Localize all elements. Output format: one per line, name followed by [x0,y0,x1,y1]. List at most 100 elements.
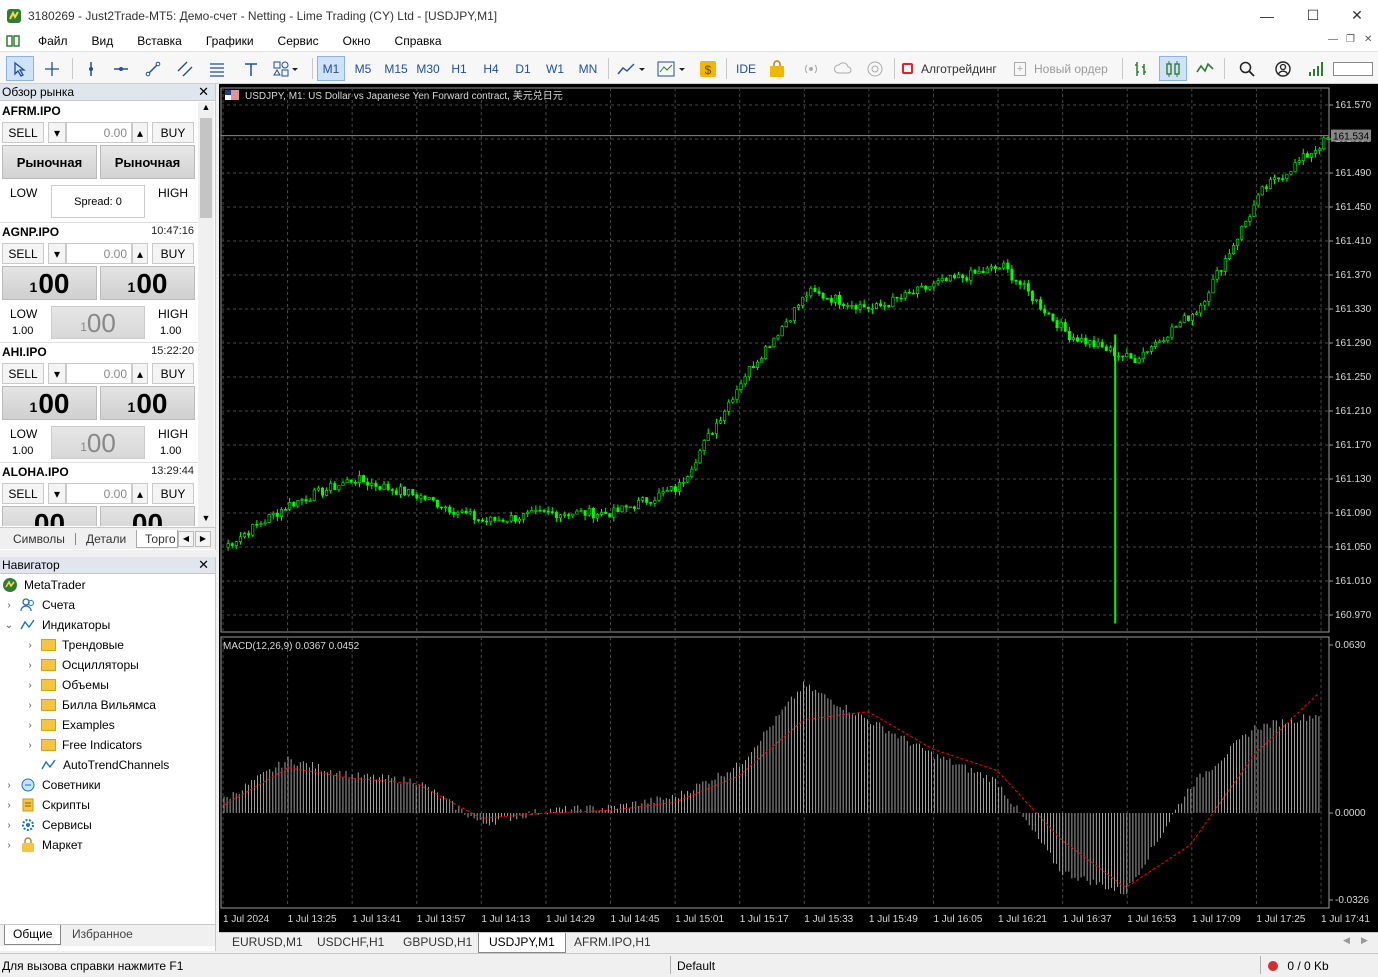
crosshair-tool-icon[interactable] [38,56,66,81]
tab-symbols[interactable]: Символы [13,530,65,548]
account-icon[interactable] [1270,56,1296,81]
buy-button[interactable]: BUY [152,122,194,143]
tab-trading[interactable]: Торго [136,530,178,548]
buy-button[interactable]: BUY [152,483,194,504]
expand-arrow-icon[interactable]: › [25,740,35,751]
vertical-line-tool-icon[interactable] [78,56,104,81]
fibonacci-tool-icon[interactable] [204,56,230,81]
new-order-button[interactable]: + Новый ордер [1014,56,1118,81]
volume-up-icon[interactable]: ▴ [132,483,148,504]
tab-favorites[interactable]: Избранное [72,925,133,945]
search-icon[interactable] [1234,56,1260,81]
sell-button[interactable]: SELL [2,122,44,143]
expand-arrow-icon[interactable]: ⌄ [4,620,14,631]
chart-tab-usdchf[interactable]: USDCHF,H1 [307,933,394,953]
signal-broadcast-icon[interactable] [798,56,824,81]
chart-restore-button[interactable]: ❐ [1346,34,1355,45]
menu-tools[interactable]: Сервис [266,31,331,51]
ask-price-button[interactable]: 1 00 [100,386,195,420]
timeframe-d1-button[interactable]: D1 [510,56,536,81]
nav-item[interactable]: › Сервисы [4,816,91,834]
trendline-tool-icon[interactable] [140,56,166,81]
tabs-scroll-right-icon[interactable]: ▶ [1361,935,1368,946]
chart-close-button[interactable]: ✕ [1364,34,1372,45]
bid-price-button[interactable]: 1 00 [2,266,97,300]
nav-item[interactable]: › Счета [4,596,75,614]
tab-scroll-right-icon[interactable]: ▶ [195,531,211,547]
signal-strength-icon[interactable] [1304,56,1328,81]
cursor-tool-icon[interactable] [6,56,34,81]
volume-down-icon[interactable]: ▾ [48,243,66,264]
maximize-button[interactable]: ☐ [1290,0,1336,31]
timeframe-h1-button[interactable]: H1 [446,56,472,81]
expand-arrow-icon[interactable]: › [25,660,35,671]
close-window-button[interactable]: ✕ [1334,0,1378,31]
text-tool-icon[interactable] [238,56,264,81]
tab-general[interactable]: Общие [4,925,62,945]
sell-button[interactable]: SELL [2,483,44,504]
volume-down-icon[interactable]: ▾ [48,363,66,384]
timeframe-m30-button[interactable]: M30 [413,56,443,81]
signals-icon[interactable]: $ [697,56,719,81]
sell-market-button[interactable]: Рыночная [2,145,97,179]
chart-tab-eurusd[interactable]: EURUSD,M1 [222,933,313,953]
volume-up-icon[interactable]: ▴ [132,363,148,384]
timeframe-mn-button[interactable]: MN [574,56,602,81]
chart-type-icon[interactable] [614,56,650,81]
menu-view[interactable]: Вид [80,31,126,51]
status-profile[interactable]: Default [677,957,715,975]
expand-arrow-icon[interactable]: › [4,800,14,811]
timeframe-m5-button[interactable]: M5 [349,56,377,81]
chart-window-icon[interactable] [6,35,20,47]
shapes-tool-icon[interactable] [268,56,306,81]
chart-minimize-button[interactable]: — [1328,34,1338,45]
chart-tab-gbpusd[interactable]: GBPUSD,H1 [393,933,482,953]
close-icon[interactable]: ✕ [198,84,209,100]
market-watch-scrollbar[interactable]: ▲ ▼ [198,102,214,527]
price-chart-canvas[interactable]: 161.570161.530161.490161.450161.410161.3… [219,84,1378,932]
bid-price-button[interactable]: 00 [2,506,97,526]
candlestick-chart-icon[interactable] [1159,56,1187,81]
chart-tab-afrm[interactable]: AFRM.IPO,H1 [564,933,661,953]
vps-icon[interactable] [862,56,888,81]
timeframe-w1-button[interactable]: W1 [542,56,568,81]
menu-file[interactable]: Файл [26,31,80,51]
tab-details[interactable]: Детали [86,530,126,548]
volume-up-icon[interactable]: ▴ [132,243,148,264]
nav-item[interactable]: ⌄ Индикаторы [4,616,110,634]
expand-arrow-icon[interactable]: › [4,780,14,791]
tabs-scroll-left-icon[interactable]: ◀ [1343,935,1350,946]
volume-input[interactable]: 0.00 [66,122,132,143]
nav-item[interactable]: › Осцилляторы [25,656,138,674]
expand-arrow-icon[interactable]: › [25,700,35,711]
sell-button[interactable]: SELL [2,243,44,264]
line-chart-icon[interactable] [1192,56,1218,81]
menu-insert[interactable]: Вставка [125,31,194,51]
volume-up-icon[interactable]: ▴ [132,122,148,143]
tab-scroll-left-icon[interactable]: ◀ [178,531,194,547]
bar-chart-icon[interactable] [1128,56,1154,81]
volume-input[interactable]: 0.00 [66,363,132,384]
scrollbar-thumb[interactable] [200,118,212,218]
volume-input[interactable]: 0.00 [66,483,132,504]
horizontal-line-tool-icon[interactable] [108,56,134,81]
nav-item[interactable]: › Маркет [4,836,83,854]
expand-arrow-icon[interactable]: › [4,820,14,831]
menu-charts[interactable]: Графики [194,31,266,51]
algotrading-button[interactable]: Алготрейдинг [902,56,1006,81]
market-shop-icon[interactable] [766,56,788,81]
nav-item[interactable]: › Советники [4,776,100,794]
nav-item[interactable]: › Free Indicators [25,736,142,754]
indicators-list-icon[interactable] [654,56,690,81]
ask-price-button[interactable]: 1 00 [100,266,195,300]
buy-button[interactable]: BUY [152,243,194,264]
buy-market-button[interactable]: Рыночная [100,145,195,179]
buy-button[interactable]: BUY [152,363,194,384]
expand-arrow-icon[interactable]: › [25,680,35,691]
expand-arrow-icon[interactable]: › [25,640,35,651]
menu-window[interactable]: Окно [331,31,383,51]
chart-tab-usdjpy[interactable]: USDJPY,M1 [478,933,566,953]
expand-arrow-icon[interactable]: › [4,600,14,611]
ide-button[interactable]: IDE [732,56,760,81]
nav-item[interactable]: AutoTrendChannels [25,756,169,774]
